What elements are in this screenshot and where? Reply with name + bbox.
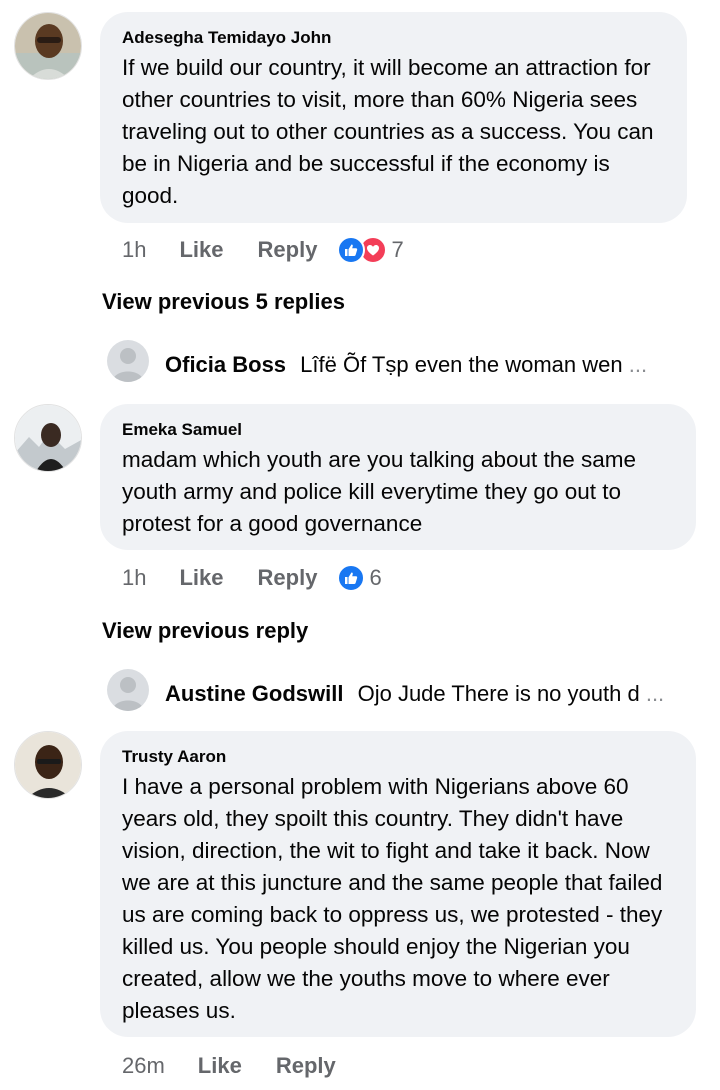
comment-author[interactable]: Adesegha Temidayo John	[122, 28, 665, 48]
view-previous-replies-link[interactable]: View previous 5 replies	[102, 289, 345, 315]
reply-text: Lîfë Õf Tṣp even the woman wen	[300, 352, 623, 377]
avatar[interactable]	[14, 731, 82, 799]
reply-author[interactable]: Austine Godswill	[165, 681, 343, 706]
comment-actions: 1h Like Reply 6	[122, 562, 602, 594]
like-button[interactable]: Like	[179, 565, 223, 591]
comment-bubble: Trusty Aaron I have a personal problem w…	[100, 731, 696, 1037]
comment-author[interactable]: Trusty Aaron	[122, 747, 674, 767]
like-button[interactable]: Like	[198, 1053, 242, 1079]
comment-time[interactable]: 26m	[122, 1053, 165, 1079]
like-icon	[337, 236, 366, 264]
reply-text: Ojo Jude There is no youth d	[357, 681, 640, 706]
comment-text: madam which youth are you talking about …	[122, 447, 637, 536]
reaction-summary[interactable]: 6	[337, 564, 382, 592]
avatar[interactable]	[14, 12, 82, 80]
comment-text: If we build our country, it will become …	[122, 55, 654, 208]
comment-text: I have a personal problem with Nigerians…	[122, 774, 663, 1023]
reply-ellipsis: ...	[645, 681, 665, 706]
comment-author[interactable]: Emeka Samuel	[122, 420, 674, 440]
comment-time[interactable]: 1h	[122, 565, 146, 591]
comment-bubble: Emeka Samuel madam which youth are you t…	[100, 404, 696, 550]
reaction-count: 6	[369, 565, 382, 590]
reply-author[interactable]: Oficia Boss	[165, 352, 286, 377]
view-previous-reply-link[interactable]: View previous reply	[102, 618, 308, 644]
reaction-summary[interactable]: 7	[337, 236, 404, 264]
reply-button[interactable]: Reply	[276, 1053, 336, 1079]
like-button[interactable]: Like	[179, 237, 223, 263]
latest-reply-preview[interactable]: Oficia Boss Lîfë Õf Tṣp even the woman w…	[165, 352, 685, 378]
avatar[interactable]	[107, 340, 149, 382]
comment-actions: 1h Like Reply 7	[122, 234, 602, 266]
reply-button[interactable]: Reply	[258, 565, 318, 591]
reaction-count: 7	[391, 237, 404, 262]
latest-reply-preview[interactable]: Austine Godswill Ojo Jude There is no yo…	[165, 681, 685, 707]
comment-actions: 26m Like Reply	[122, 1050, 602, 1082]
comment-time[interactable]: 1h	[122, 237, 146, 263]
reply-ellipsis: ...	[628, 352, 648, 377]
avatar[interactable]	[107, 669, 149, 711]
reply-button[interactable]: Reply	[258, 237, 318, 263]
like-icon	[337, 564, 366, 592]
avatar[interactable]	[14, 404, 82, 472]
comment-bubble: Adesegha Temidayo John If we build our c…	[100, 12, 687, 223]
